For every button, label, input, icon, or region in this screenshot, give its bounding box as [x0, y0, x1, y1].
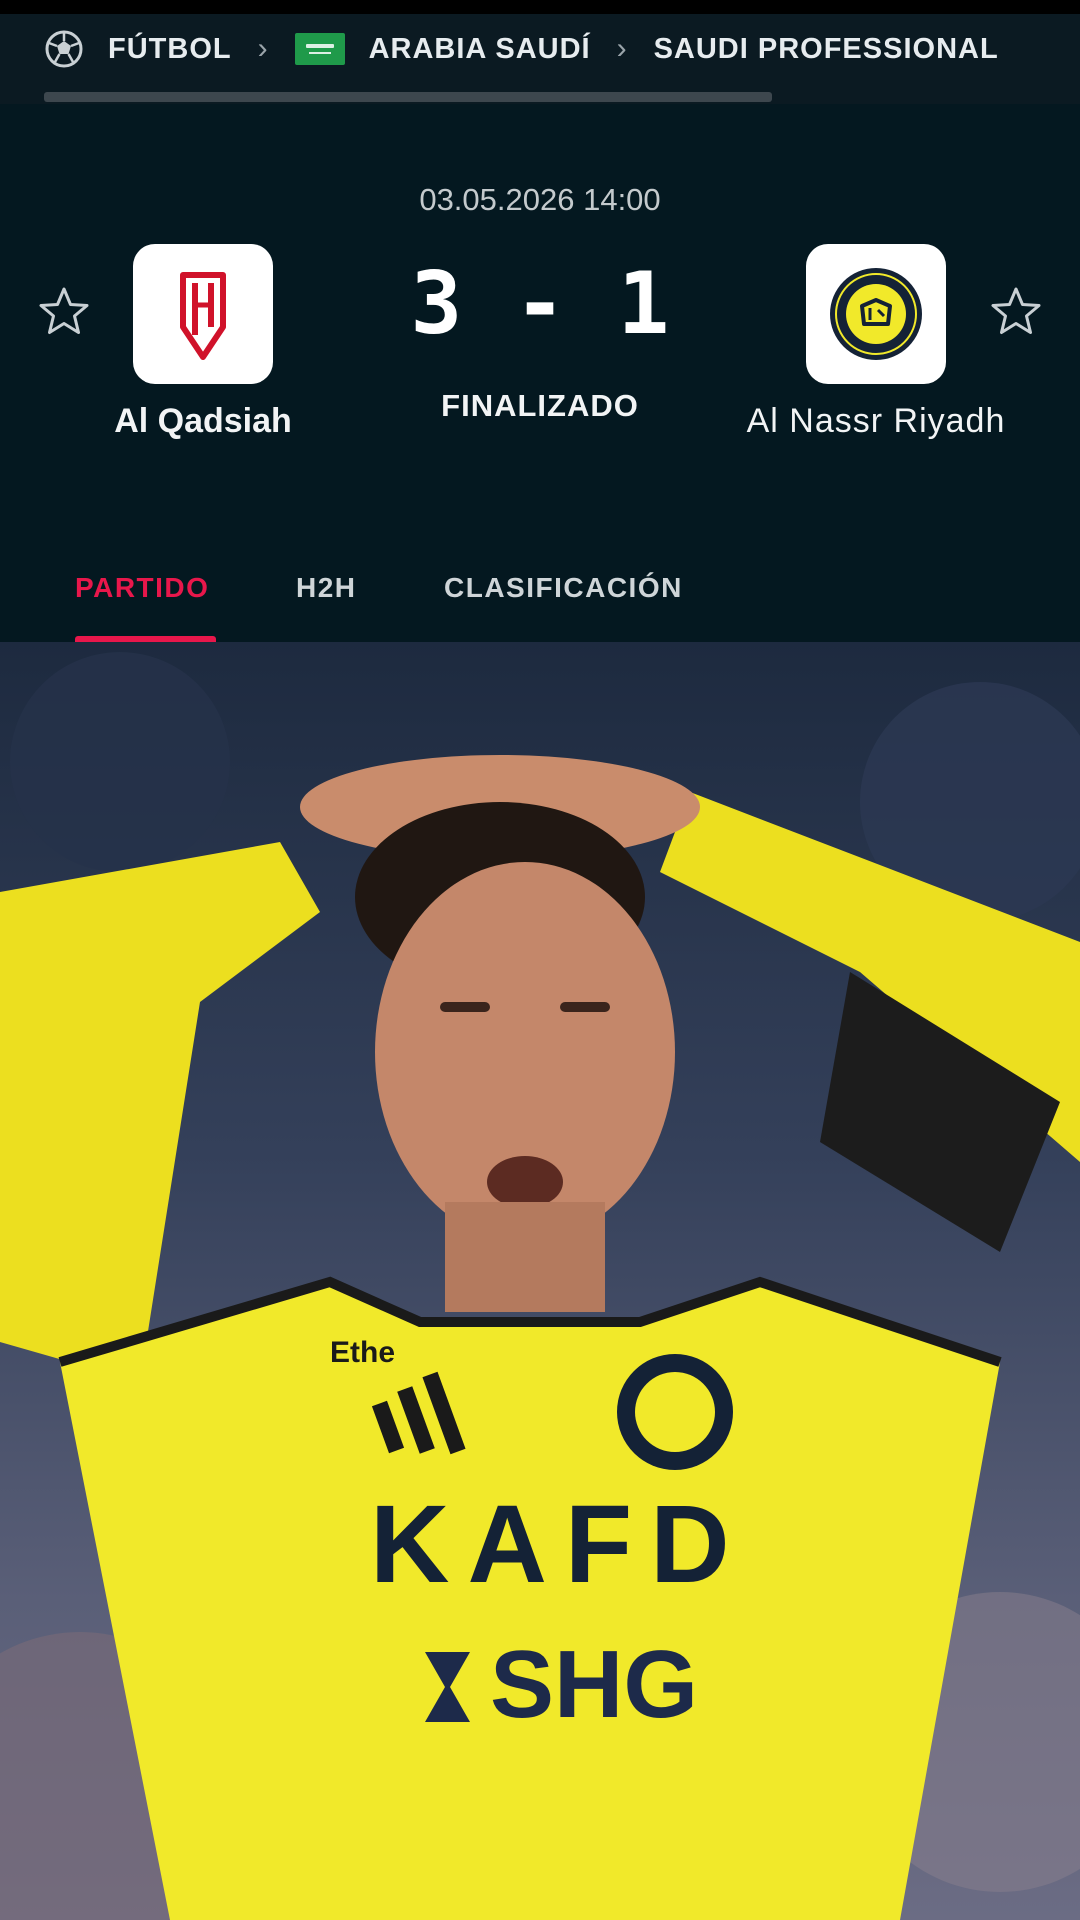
match-datetime: 03.05.2026 14:00 [419, 182, 661, 217]
nassr-crest-icon [830, 268, 922, 360]
favorite-away-star-icon[interactable] [988, 284, 1044, 340]
soccer-ball-icon [45, 30, 83, 68]
qadsiah-crest-icon [180, 272, 226, 360]
jersey-sponsor-2-text: SHG [490, 1631, 698, 1738]
tab-h2h[interactable]: H2H [296, 572, 357, 604]
chevron-right-icon: › [257, 32, 269, 65]
breadcrumb-country[interactable]: ARABIA SAUDÍ [369, 33, 591, 66]
status-bar [0, 0, 1080, 14]
home-team-logo[interactable] [133, 244, 273, 384]
match-tabs: PARTIDO H2H CLASIFICACIÓN [0, 544, 1080, 642]
home-team-name[interactable]: Al Qadsiah [23, 402, 383, 441]
breadcrumb: FÚTBOL › ARABIA SAUDÍ › SAUDI PROFESSION… [0, 14, 1080, 84]
jersey-brand-text: Ethe [330, 1336, 395, 1369]
breadcrumb-sport[interactable]: FÚTBOL [108, 33, 232, 66]
saudi-flag-icon [294, 33, 345, 65]
breadcrumb-league[interactable]: SAUDI PROFESSIONAL [654, 33, 999, 66]
tab-clasificacion[interactable]: CLASIFICACIÓN [444, 572, 683, 604]
away-team-name[interactable]: Al Nassr Riyadh [696, 402, 1056, 441]
chevron-right-icon: › [616, 32, 628, 65]
jersey-sponsor-text: KAFD [370, 1483, 748, 1606]
match-header: 03.05.2026 14:00 Al Qadsiah 3 - 1 FINALI… [0, 104, 1080, 642]
match-score: 3 - 1 [410, 254, 670, 354]
match-status: FINALIZADO [441, 388, 639, 423]
away-team-logo[interactable] [806, 244, 946, 384]
breadcrumb-scrollbar[interactable] [44, 92, 772, 102]
tab-partido[interactable]: PARTIDO [75, 572, 209, 604]
match-photo[interactable]: Ethe KAFD SHG [0, 642, 1080, 1920]
favorite-home-star-icon[interactable] [36, 284, 92, 340]
player-photo-illustration: Ethe KAFD SHG [0, 652, 1080, 1920]
